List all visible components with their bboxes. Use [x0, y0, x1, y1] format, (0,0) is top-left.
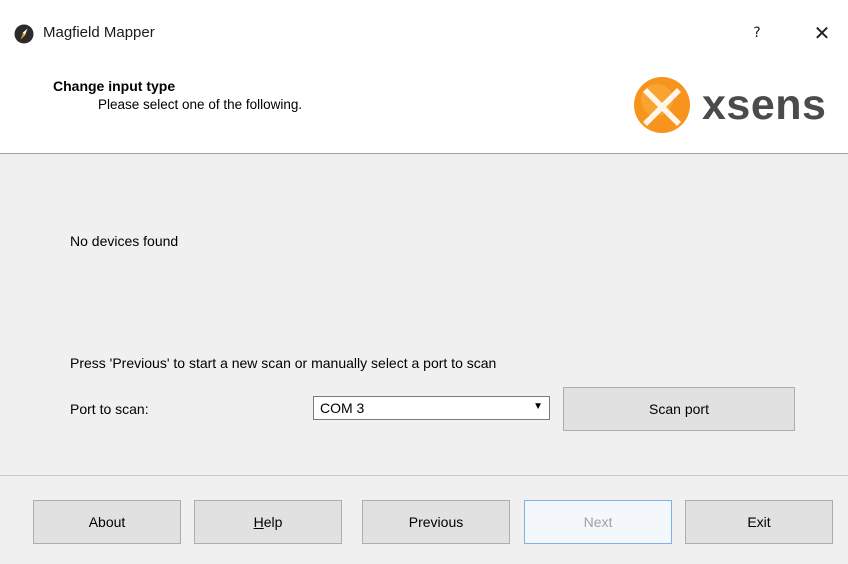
port-select-value: COM 3 [320, 400, 365, 416]
device-status: No devices found [70, 233, 179, 249]
instruction-text: Press 'Previous' to start a new scan or … [70, 355, 497, 371]
xsens-logo-icon [634, 77, 690, 133]
next-button[interactable]: Next [524, 500, 672, 544]
previous-button[interactable]: Previous [362, 500, 510, 544]
help-button[interactable]: Help [194, 500, 342, 544]
help-label-rest: elp [263, 514, 283, 530]
help-title-button[interactable]: ? [737, 18, 777, 48]
page-title: Change input type [53, 78, 176, 94]
title-bar: Magfield Mapper ? ✕ [0, 0, 848, 66]
about-button[interactable]: About [33, 500, 181, 544]
close-button[interactable]: ✕ [802, 18, 842, 48]
exit-button[interactable]: Exit [685, 500, 833, 544]
wizard-footer: About Help Previous Next Exit [0, 476, 848, 564]
wizard-header: Change input type Please select one of t… [0, 66, 848, 154]
help-mnemonic: H [253, 514, 264, 530]
page-subtitle: Please select one of the following. [98, 97, 303, 112]
scan-port-button[interactable]: Scan port [563, 387, 795, 431]
compass-icon [14, 24, 34, 44]
wizard-content: No devices found Press 'Previous' to sta… [0, 154, 848, 476]
chevron-down-icon[interactable]: ▼ [533, 401, 543, 412]
xsens-logo-text: xsens [702, 81, 827, 129]
window-title: Magfield Mapper [43, 24, 155, 41]
port-select[interactable]: COM 3 ▼ [313, 396, 550, 420]
port-label: Port to scan: [70, 401, 149, 417]
